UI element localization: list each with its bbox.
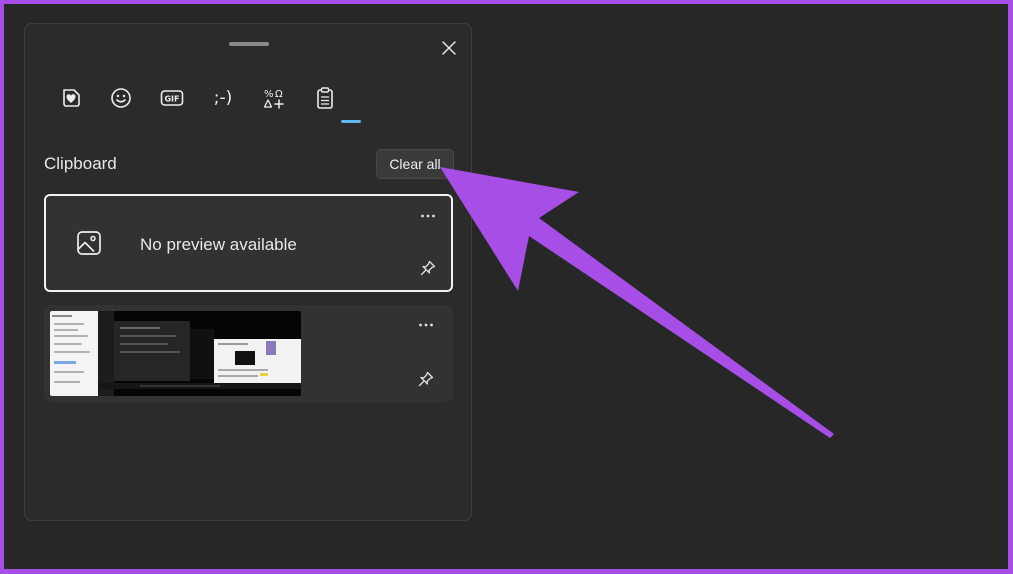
annotation-arrow <box>440 167 834 438</box>
desktop-background: GIF ;-) % Ω Clipboard Clear all No previ… <box>4 4 1008 569</box>
